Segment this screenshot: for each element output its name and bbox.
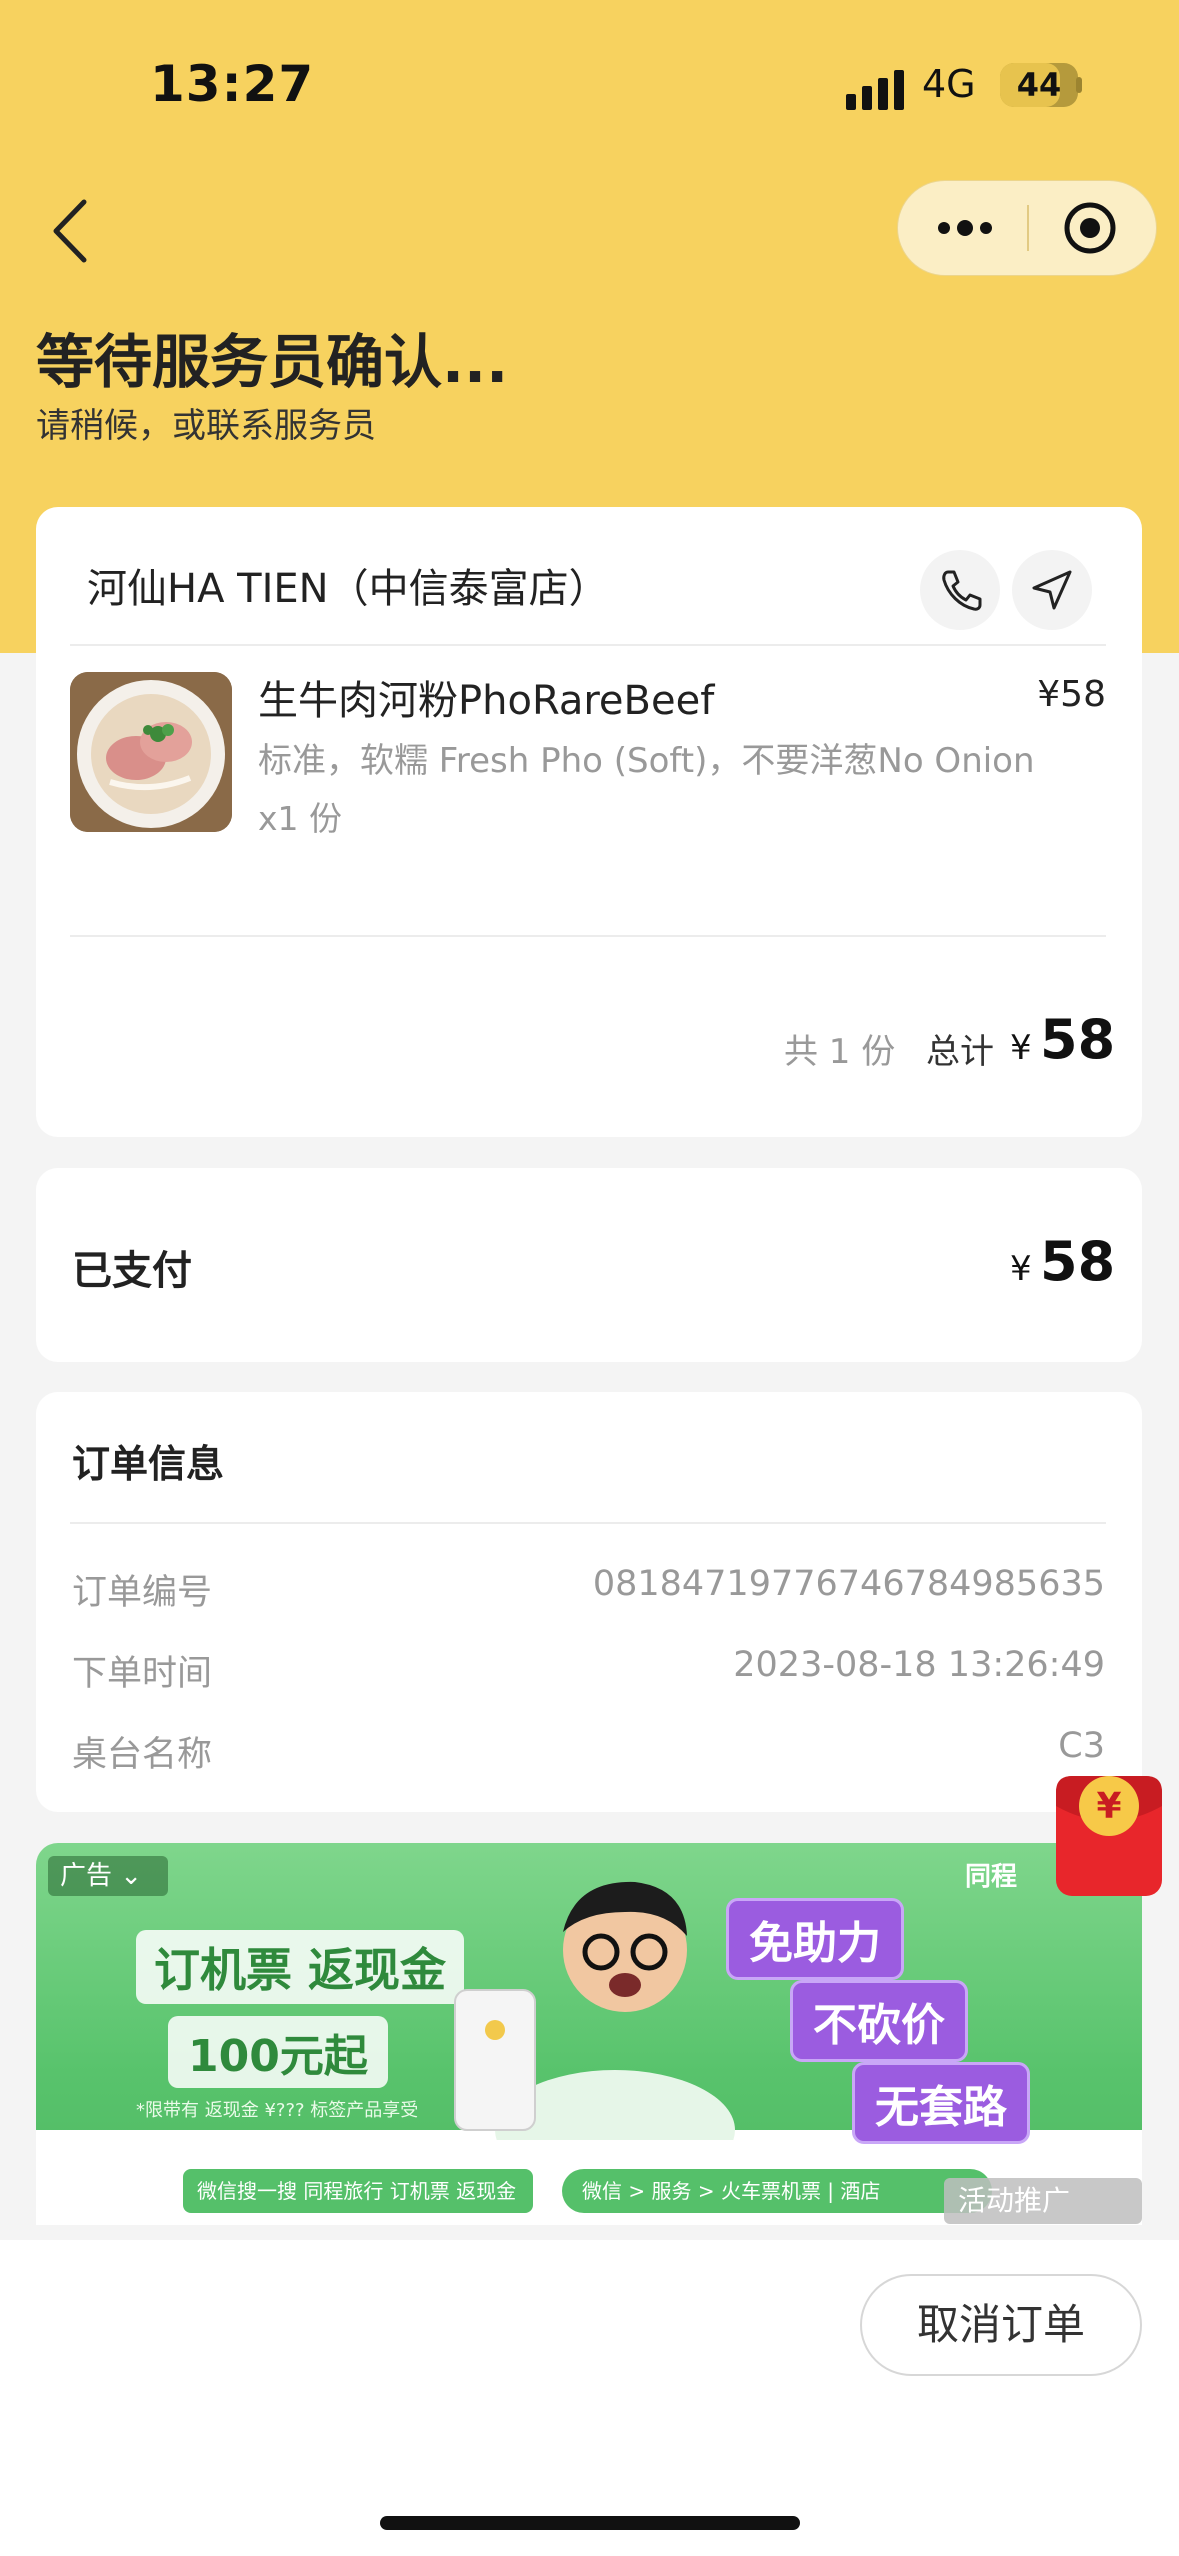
dish-name: 生牛肉河粉PhoRareBeef [258, 678, 715, 724]
paid-label: 已支付 [72, 1248, 192, 1294]
divider [70, 1522, 1106, 1524]
total-label: 总计 [926, 1032, 994, 1072]
table-name-value: C3 [1058, 1726, 1105, 1766]
order-number-value: 0818471977674678498​5635 [592, 1564, 1105, 1604]
page-title: 等待服务员确认... [36, 328, 509, 396]
more-icon[interactable] [930, 206, 1000, 250]
payment-card [36, 1168, 1142, 1362]
dish-quantity: x1 份 [258, 799, 343, 838]
item-count: 共 1 份 [784, 1032, 896, 1072]
order-number-label: 订单编号 [72, 1573, 213, 1613]
dish-image [70, 672, 232, 832]
phone-icon [942, 570, 982, 611]
divider [70, 644, 1106, 646]
status-time: 13:27 [150, 55, 315, 113]
paid-amount: 58 [1040, 1230, 1116, 1293]
network-type: 4G [922, 62, 976, 106]
battery-level: 44 [1016, 66, 1062, 104]
table-name-label: 桌台名称 [72, 1735, 213, 1775]
red-envelope-icon[interactable]: ¥ [1054, 1766, 1164, 1900]
signal-icon [846, 70, 904, 110]
ad-headline: 订机票 返现金 [136, 1930, 465, 2004]
ad-bubble: 不砍价 [790, 1980, 968, 2062]
store-name: 河仙HA TIEN（中信泰富店） [87, 566, 609, 612]
ad-bubble: 无套路 [852, 2062, 1030, 2144]
paid-currency: ¥ [1010, 1249, 1032, 1289]
page-subtitle: 请稍候，或联系服务员 [36, 406, 376, 446]
home-indicator [380, 2516, 800, 2530]
ad-bubble: 免助力 [726, 1898, 904, 1980]
cancel-order-button[interactable]: 取消订单 [860, 2274, 1142, 2376]
capsule-divider [1027, 205, 1029, 251]
back-arrow-icon[interactable] [48, 196, 98, 266]
dish-spec: 标准，软糯 Fresh Pho (Soft)，不要洋葱No Onion [258, 741, 1035, 781]
total-currency: ¥ [1010, 1028, 1032, 1068]
promo-label: 活动推广 [944, 2178, 1142, 2224]
order-info-title: 订单信息 [72, 1442, 225, 1486]
divider [70, 935, 1106, 937]
total-amount: 58 [1040, 1008, 1116, 1071]
call-button[interactable] [920, 550, 1000, 630]
ad-brand: 同程 [965, 1862, 1018, 1892]
ad-offer: 100元起 [168, 2016, 388, 2088]
order-time-label: 下单时间 [72, 1654, 213, 1694]
ad-tag[interactable]: 广告 ⌄ [48, 1856, 168, 1896]
navigation-arrow-icon [1032, 570, 1072, 610]
ad-note: *限带有 返现金 ¥??? 标签产品享受 [136, 2100, 419, 2121]
svg-text:¥: ¥ [1096, 1786, 1121, 1827]
dish-price: ¥58 [1037, 674, 1106, 715]
close-target-icon[interactable] [1062, 200, 1118, 256]
ad-person-illustration [454, 1881, 735, 2140]
ad-service-bar: 微信 > 服务 > 火车票机票 | 酒店 [562, 2169, 992, 2213]
navigate-button[interactable] [1012, 550, 1092, 630]
order-time-value: 2023-08-18 13:26:49 [733, 1645, 1105, 1685]
ad-search-bar: 微信搜一搜 同程旅行 订机票 返现金 [183, 2169, 533, 2213]
